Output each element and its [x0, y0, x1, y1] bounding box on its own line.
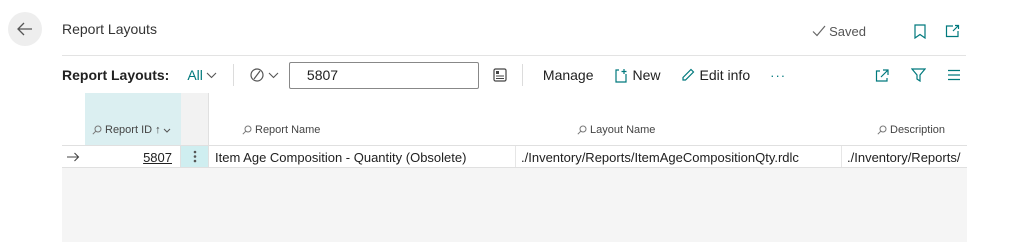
report-id-cell: 5807 — [85, 146, 181, 167]
filter-pane-toggle[interactable] — [249, 67, 279, 83]
share-button[interactable] — [870, 63, 894, 87]
back-button[interactable] — [8, 12, 42, 46]
column-header-description[interactable]: Description — [877, 124, 945, 136]
back-arrow-icon — [17, 22, 32, 36]
phone-view-button[interactable] — [493, 68, 507, 82]
search-icon — [242, 125, 252, 135]
layout-name-cell: ./Inventory/Reports/ItemAgeCompositionQt… — [521, 150, 799, 165]
share-icon — [875, 69, 889, 82]
open-new-window-button[interactable] — [940, 19, 964, 43]
pencil-icon — [681, 68, 694, 81]
search-input[interactable] — [306, 67, 488, 83]
row-actions-column-header — [181, 93, 209, 145]
row-actions-button[interactable] — [181, 146, 209, 167]
manage-label: Manage — [542, 67, 594, 83]
bookmark-icon — [914, 23, 926, 39]
column-header-report-name[interactable]: Report Name — [242, 124, 320, 136]
toolbar-divider — [521, 64, 523, 86]
column-header-layout-name[interactable]: Layout Name — [577, 124, 655, 136]
table-header: Report ID ↑ Report Name Layout Name Desc… — [62, 93, 967, 145]
column-header-report-id[interactable]: Report ID ↑ — [92, 124, 174, 136]
chevron-down-icon — [268, 72, 279, 78]
chevron-down-icon — [206, 72, 217, 78]
toolbar-divider — [232, 64, 234, 86]
column-divider — [515, 146, 516, 167]
search-box[interactable] — [288, 61, 488, 89]
column-header-label: Layout Name — [590, 124, 656, 136]
filter-icon — [910, 68, 926, 82]
view-filter-dropdown[interactable]: All — [187, 67, 217, 83]
toolbar-right-actions — [858, 63, 966, 87]
search-icon — [92, 125, 102, 135]
new-button[interactable]: New — [614, 67, 661, 83]
row-arrow-icon — [67, 152, 80, 162]
selected-column-highlight — [85, 93, 181, 145]
page-title: Report Layouts — [62, 21, 157, 37]
saved-label: Saved — [829, 23, 866, 39]
chevron-down-icon — [163, 128, 170, 133]
report-name-cell: Item Age Composition - Quantity (Obsolet… — [215, 150, 467, 165]
search-icon — [877, 125, 887, 135]
manage-button[interactable]: Manage — [543, 67, 594, 83]
edit-info-label: Edit info — [699, 67, 751, 83]
header-actions: Saved — [812, 19, 964, 43]
checkmark-icon — [812, 25, 826, 37]
view-filter-label: All — [187, 67, 203, 83]
open-new-window-icon — [945, 24, 959, 38]
more-options-button[interactable]: ··· — [770, 68, 786, 83]
list-view-button[interactable] — [942, 63, 966, 87]
filter-button[interactable] — [906, 63, 930, 87]
column-header-label: Report Name — [255, 124, 321, 136]
description-cell: ./Inventory/Reports/ — [847, 150, 961, 165]
bookmark-button[interactable] — [908, 19, 932, 43]
new-page-icon — [614, 68, 627, 83]
saved-status: Saved — [812, 24, 866, 39]
search-icon — [577, 125, 587, 135]
report-id-link[interactable]: 5807 — [143, 150, 172, 165]
header-divider — [62, 55, 966, 56]
phone-view-icon — [493, 68, 507, 82]
column-header-label: Description — [890, 124, 946, 136]
kebab-icon — [193, 150, 196, 163]
filter-pane-icon — [250, 68, 264, 82]
table-row[interactable]: 5807 Item Age Composition - Quantity (Ob… — [62, 145, 967, 168]
new-label: New — [632, 67, 661, 83]
column-header-label: Report ID — [105, 124, 153, 136]
column-divider — [841, 146, 842, 167]
list-view-icon — [948, 69, 960, 81]
edit-info-button[interactable]: Edit info — [681, 67, 751, 83]
sort-ascending-icon: ↑ — [155, 124, 161, 136]
page-label: Report Layouts: — [62, 67, 170, 83]
data-grid: Report ID ↑ Report Name Layout Name Desc… — [62, 93, 967, 242]
action-bar: Report Layouts: All Manage New Edit info… — [62, 61, 966, 89]
